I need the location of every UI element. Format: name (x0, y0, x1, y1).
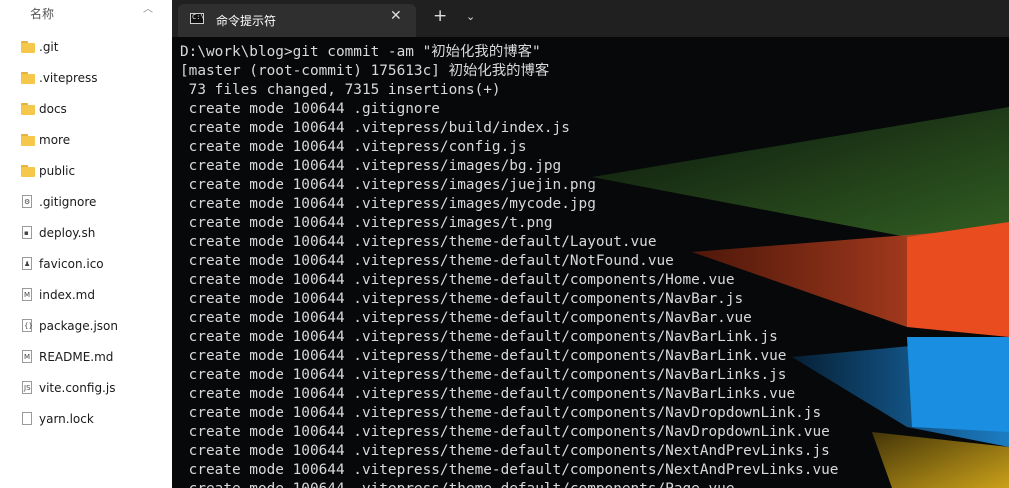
list-item[interactable]: public (0, 155, 160, 186)
terminal-line: create mode 100644 .vitepress/theme-defa… (180, 234, 657, 250)
terminal-line: create mode 100644 .vitepress/images/bg.… (180, 158, 562, 174)
list-item[interactable]: yarn.lock (0, 403, 160, 434)
terminal-line: create mode 100644 .vitepress/theme-defa… (180, 272, 735, 288)
list-item[interactable]: ♟ favicon.ico (0, 248, 160, 279)
list-item[interactable]: JS vite.config.js (0, 372, 160, 403)
terminal-line: create mode 100644 .vitepress/theme-defa… (180, 480, 1009, 488)
terminal-line: create mode 100644 .vitepress/theme-defa… (180, 367, 787, 383)
js-file-icon: JS (22, 381, 32, 394)
settings-file-icon: ⚙ (22, 195, 32, 208)
terminal-line: [master (root-commit) 175613c] 初始化我的博客 (180, 63, 550, 79)
file-name: .gitignore (39, 194, 97, 209)
folder-icon (21, 71, 35, 85)
terminal-line: create mode 100644 .gitignore (180, 101, 440, 117)
tab-command-prompt[interactable]: C:\ 命令提示符 ✕ (178, 4, 416, 37)
file-name: docs (39, 101, 67, 116)
markdown-file-icon: M (22, 350, 32, 363)
list-item[interactable]: ▪ deploy.sh (0, 217, 160, 248)
terminal-line: create mode 100644 .vitepress/theme-defa… (180, 329, 778, 345)
file-name: index.md (39, 287, 95, 302)
terminal-line: create mode 100644 .vitepress/images/jue… (180, 177, 596, 193)
image-file-icon: ♟ (22, 257, 32, 270)
terminal-line: create mode 100644 .vitepress/theme-defa… (180, 386, 796, 402)
file-list: .git .vitepress docs more public ⚙ .giti… (0, 31, 160, 434)
list-item[interactable]: more (0, 124, 160, 155)
terminal-line: create mode 100644 .vitepress/theme-defa… (180, 405, 822, 421)
terminal-line: create mode 100644 .vitepress/theme-defa… (180, 348, 787, 364)
file-name: .git (39, 39, 59, 54)
terminal-window: C:\ 命令提示符 ✕ + ⌄ D:\work\blog>git commit … (172, 0, 1009, 488)
list-item[interactable]: M index.md (0, 279, 160, 310)
terminal-line: create mode 100644 .vitepress/theme-defa… (180, 310, 752, 326)
terminal-line: 73 files changed, 7315 insertions(+) (180, 82, 501, 98)
file-name: deploy.sh (39, 225, 96, 240)
file-icon-mark: JS (24, 384, 31, 392)
command-prompt-icon: C:\ (190, 13, 205, 24)
file-name: .vitepress (39, 70, 98, 85)
list-item[interactable]: docs (0, 93, 160, 124)
folder-icon (21, 102, 35, 116)
list-item[interactable]: ⚙ .gitignore (0, 186, 160, 217)
chevron-down-icon[interactable]: ⌄ (466, 10, 475, 23)
close-icon[interactable]: ✕ (390, 8, 402, 24)
terminal-line: create mode 100644 .vitepress/build/inde… (180, 120, 570, 136)
json-file-icon: {} (22, 319, 33, 332)
script-file-icon: ▪ (22, 226, 32, 239)
folder-icon (21, 40, 35, 54)
list-item[interactable]: .git (0, 31, 160, 62)
terminal-line: create mode 100644 .vitepress/theme-defa… (180, 443, 830, 459)
file-name: public (39, 163, 76, 178)
terminal-line: create mode 100644 .vitepress/config.js (180, 139, 527, 155)
terminal-text: D:\work\blog>git commit -am "初始化我的博客" [m… (180, 43, 1009, 488)
file-icon-mark: ♟ (24, 260, 31, 268)
file-icon-mark: ▪ (24, 229, 29, 237)
file-name: yarn.lock (39, 411, 94, 426)
file-icon-mark: {} (24, 322, 33, 330)
folder-icon (21, 133, 35, 147)
terminal-output[interactable]: D:\work\blog>git commit -am "初始化我的博客" [m… (172, 37, 1009, 488)
chevron-up-icon[interactable]: ︿ (143, 0, 153, 15)
tab-title: 命令提示符 (216, 14, 277, 28)
terminal-line: create mode 100644 .vitepress/theme-defa… (180, 462, 839, 478)
terminal-tab-bar: C:\ 命令提示符 ✕ + ⌄ (172, 0, 1009, 37)
file-name: more (39, 132, 71, 147)
file-icon-mark: M (24, 353, 31, 361)
blank-file-icon (22, 412, 32, 425)
terminal-line: D:\work\blog>git commit -am "初始化我的博客" (180, 44, 541, 60)
file-name: README.md (39, 349, 114, 364)
terminal-line: create mode 100644 .vitepress/images/t.p… (180, 215, 553, 231)
file-name: vite.config.js (39, 380, 116, 395)
terminal-line: create mode 100644 .vitepress/theme-defa… (180, 424, 830, 440)
file-explorer: 名称 ︿ .git .vitepress docs more public ⚙ … (0, 0, 172, 488)
file-icon-mark: M (24, 291, 31, 299)
new-tab-button[interactable]: + (433, 6, 447, 26)
file-name: package.json (39, 318, 119, 333)
name-column-header[interactable]: 名称 (30, 5, 54, 22)
terminal-line: create mode 100644 .vitepress/images/myc… (180, 196, 596, 212)
file-icon-mark: ⚙ (24, 198, 31, 206)
folder-icon (21, 164, 35, 178)
list-item[interactable]: {} package.json (0, 310, 160, 341)
markdown-file-icon: M (22, 288, 32, 301)
list-item[interactable]: M README.md (0, 341, 160, 372)
terminal-line: create mode 100644 .vitepress/theme-defa… (180, 253, 674, 269)
terminal-line: create mode 100644 .vitepress/theme-defa… (180, 291, 744, 307)
file-name: favicon.ico (39, 256, 104, 271)
list-item[interactable]: .vitepress (0, 62, 160, 93)
